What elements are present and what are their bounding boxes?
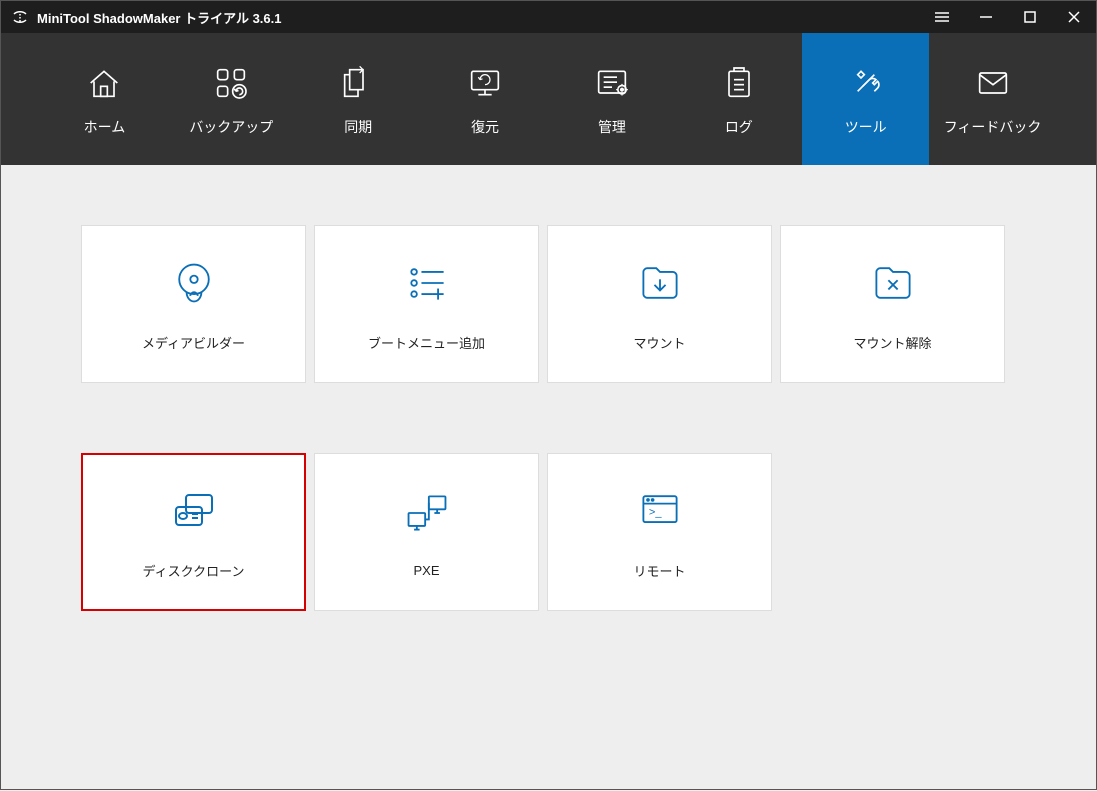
- pxe-icon: [401, 487, 453, 539]
- nav-label: 管理: [598, 117, 626, 137]
- tile-disk-clone[interactable]: ディスククローン: [81, 453, 306, 611]
- manage-icon: [590, 61, 634, 105]
- home-icon: [82, 61, 126, 105]
- sync-icon: [336, 61, 380, 105]
- titlebar: MiniTool ShadowMaker トライアル 3.6.1: [1, 1, 1096, 33]
- maximize-button[interactable]: [1008, 1, 1052, 33]
- nav-sync[interactable]: 同期: [295, 33, 422, 165]
- app-icon: [11, 8, 29, 26]
- close-button[interactable]: [1052, 1, 1096, 33]
- nav-tools[interactable]: ツール: [802, 33, 929, 165]
- list-add-icon: [401, 257, 453, 309]
- nav-log[interactable]: ログ: [675, 33, 802, 165]
- nav-label: フィードバック: [944, 117, 1042, 137]
- nav-label: 同期: [344, 117, 372, 137]
- tools-row-2: ディスククローン PXE: [81, 453, 1016, 611]
- remote-icon: >_: [634, 485, 686, 537]
- mount-icon: [634, 257, 686, 309]
- nav-manage[interactable]: 管理: [549, 33, 676, 165]
- tile-label: マウント: [633, 333, 685, 352]
- menu-button[interactable]: [920, 1, 964, 33]
- app-title: MiniTool ShadowMaker トライアル 3.6.1: [37, 8, 920, 27]
- tile-remote[interactable]: >_ リモート: [547, 453, 772, 611]
- svg-text:>_: >_: [648, 506, 661, 518]
- tile-mount[interactable]: マウント: [547, 225, 772, 383]
- tools-icon: [844, 61, 888, 105]
- tile-label: メディアビルダー: [142, 333, 245, 352]
- unmount-icon: [867, 257, 919, 309]
- backup-icon: [209, 61, 253, 105]
- log-icon: [717, 61, 761, 105]
- nav-restore[interactable]: 復元: [422, 33, 549, 165]
- content-area: メディアビルダー ブートメニュー追加: [1, 165, 1096, 791]
- tile-label: マウント解除: [853, 333, 931, 352]
- disc-icon: [168, 257, 220, 309]
- tile-media-builder[interactable]: メディアビルダー: [81, 225, 306, 383]
- tile-label: ブートメニュー追加: [368, 333, 485, 352]
- nav-label: 復元: [471, 117, 499, 137]
- nav-backup[interactable]: バックアップ: [168, 33, 295, 165]
- navbar: ホーム バックアップ 同期: [1, 33, 1096, 165]
- tile-label: ディスククローン: [143, 561, 245, 580]
- nav-label: バックアップ: [189, 117, 273, 137]
- nav-feedback[interactable]: フィードバック: [929, 33, 1056, 165]
- restore-icon: [463, 61, 507, 105]
- tile-pxe[interactable]: PXE: [314, 453, 539, 611]
- nav-home[interactable]: ホーム: [41, 33, 168, 165]
- nav-label: ツール: [845, 117, 887, 137]
- tile-unmount[interactable]: マウント解除: [780, 225, 1005, 383]
- tile-label: リモート: [633, 561, 685, 580]
- tile-boot-menu[interactable]: ブートメニュー追加: [314, 225, 539, 383]
- tile-label: PXE: [413, 563, 439, 578]
- tools-row-1: メディアビルダー ブートメニュー追加: [81, 225, 1016, 383]
- minimize-button[interactable]: [964, 1, 1008, 33]
- feedback-icon: [971, 61, 1015, 105]
- nav-label: ホーム: [84, 117, 126, 137]
- disk-clone-icon: [168, 485, 220, 537]
- nav-label: ログ: [725, 117, 753, 137]
